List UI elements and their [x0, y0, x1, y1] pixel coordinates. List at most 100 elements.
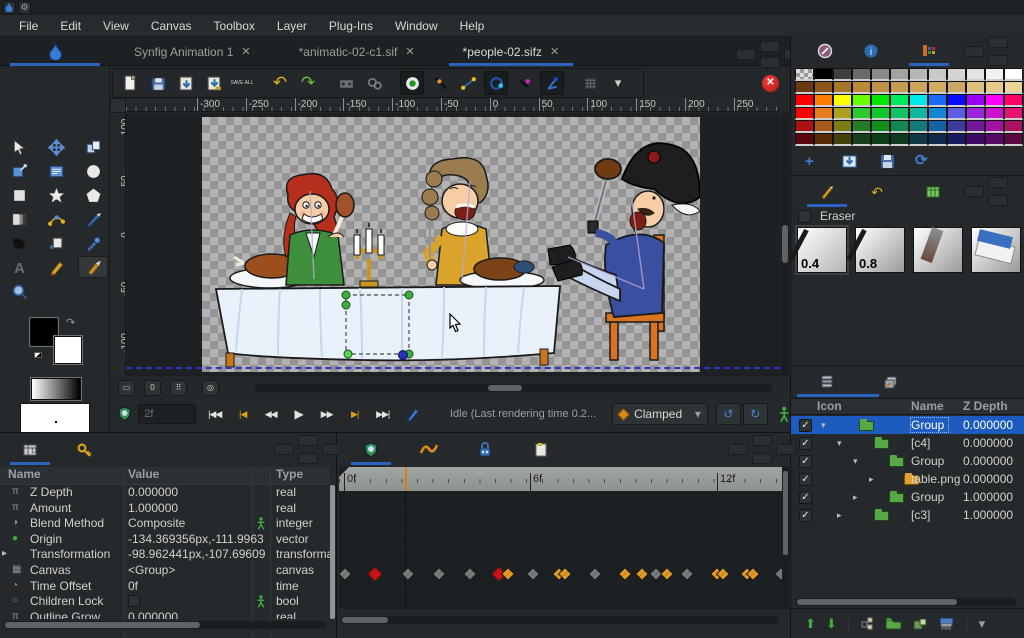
group-layer-button[interactable] [885, 617, 902, 630]
seek-prev-keyframe-button[interactable]: |◀ [230, 403, 256, 425]
redo-button[interactable]: ↷ [296, 71, 320, 95]
palette-swatch[interactable] [890, 94, 909, 107]
layer-visibility-checkbox[interactable]: ✓ [799, 419, 812, 432]
draw-tool[interactable] [78, 208, 108, 230]
animate-person-icon[interactable] [778, 406, 790, 423]
palette-swatch[interactable] [852, 133, 871, 146]
canvas-hscrollbar[interactable] [255, 384, 772, 392]
palette-swatch[interactable] [985, 68, 1004, 81]
layer-row-table-png[interactable]: ✓▸table.png0.000000 [791, 470, 1024, 488]
canvas-vscrollbar[interactable] [781, 113, 789, 376]
palette-swatch[interactable] [966, 94, 985, 107]
tab-brush-library[interactable] [911, 179, 955, 205]
palette-swatch[interactable] [890, 68, 909, 81]
animate-mode-icon[interactable] [406, 407, 420, 422]
palette-swatch[interactable] [928, 120, 947, 133]
palette-swatch[interactable] [852, 94, 871, 107]
render-button[interactable] [334, 71, 358, 95]
gradient-swatch[interactable] [31, 378, 81, 400]
lower-layer-button[interactable]: ⬇ [826, 616, 837, 632]
palette-swatch[interactable] [947, 107, 966, 120]
tab-meta-data[interactable] [519, 437, 563, 463]
gradient-tool[interactable] [4, 208, 34, 230]
keyframe-marker-orange[interactable] [501, 567, 515, 581]
params-vscrollbar[interactable] [330, 485, 335, 619]
param-value[interactable]: -134.369356px,-111.9963 [128, 532, 264, 546]
menu-help[interactable]: Help [449, 17, 496, 35]
close-icon[interactable]: ✕ [550, 45, 559, 58]
palette-swatch[interactable] [833, 133, 852, 146]
palette-swatch[interactable] [985, 133, 1004, 146]
expander-icon[interactable]: ▸ [853, 492, 858, 503]
palette-swatch[interactable] [928, 107, 947, 120]
outline-color-swatch[interactable] [54, 336, 82, 364]
time-ruler[interactable]: 0f6f12f [339, 467, 782, 491]
palette-swatch[interactable] [852, 81, 871, 94]
param-value[interactable]: 0f [128, 579, 138, 593]
keyframe-marker-orange[interactable] [660, 567, 674, 581]
brush-0.8[interactable]: 0.8 [855, 227, 905, 273]
brush-tool[interactable] [78, 256, 108, 278]
tab-timetrack[interactable] [349, 437, 393, 463]
menu-canvas[interactable]: Canvas [140, 17, 203, 35]
past-keyframe-lock-button[interactable]: ↺ [716, 403, 741, 425]
param-row-outline-grow[interactable]: πOutline Grow0.000000real [0, 610, 330, 619]
tab-palette[interactable] [907, 38, 951, 64]
palette-swatch[interactable] [909, 107, 928, 120]
palette-swatch[interactable] [852, 68, 871, 81]
seek-next-keyframe-button[interactable]: ▶| [342, 403, 368, 425]
next-frame-button[interactable]: ▶▶ [314, 403, 340, 425]
layer-visibility-checkbox[interactable]: ✓ [799, 491, 812, 504]
keyframe-marker-orange[interactable] [618, 567, 632, 581]
param-value[interactable]: Composite [128, 516, 185, 530]
palette-swatch[interactable] [814, 94, 833, 107]
children-lock-checkbox[interactable] [128, 595, 140, 607]
palette-swatch[interactable] [795, 94, 814, 107]
keyframe-marker-gray[interactable] [526, 567, 540, 581]
param-row-transformation[interactable]: ▸Transformation-98.962441px,-107.69609tr… [0, 547, 330, 563]
expander-icon[interactable]: ▾ [837, 438, 842, 449]
tab-params[interactable]: 12 [8, 437, 52, 463]
eyedrop-tool[interactable] [78, 232, 108, 254]
polygon-tool[interactable] [78, 184, 108, 206]
canvas-artwork-area[interactable] [202, 117, 700, 372]
tangent-handles-toggle[interactable] [456, 71, 480, 95]
undo-button[interactable]: ↶ [268, 71, 292, 95]
param-value[interactable]: 0.000000 [128, 485, 178, 499]
palette-swatch[interactable] [795, 107, 814, 120]
swap-colors-icon[interactable]: ↷ [66, 316, 75, 329]
timetrack-area[interactable] [339, 491, 782, 609]
spline-tool[interactable] [41, 208, 71, 230]
close-canvas-button[interactable]: ✕ [762, 75, 779, 92]
palette-swatch[interactable] [871, 68, 890, 81]
brush-eraser[interactable] [971, 227, 1021, 273]
timetrack-hscrollbar[interactable] [341, 616, 778, 624]
duplicate-layer-button[interactable] [912, 617, 928, 631]
menu-edit[interactable]: Edit [49, 17, 92, 35]
transform-tool[interactable] [4, 136, 34, 158]
smooth-move-tool[interactable] [41, 136, 71, 158]
palette-swatch[interactable] [928, 94, 947, 107]
tab-navigator[interactable] [803, 38, 847, 64]
palette-swatch[interactable] [1004, 120, 1023, 133]
tab-synfig-animation-1[interactable]: Synfig Animation 1✕ [110, 37, 275, 66]
palette-swatch[interactable] [909, 94, 928, 107]
import-palette-button[interactable] [841, 153, 858, 170]
palette-swatch[interactable] [852, 107, 871, 120]
tab-brush-history[interactable]: ↶ [855, 179, 899, 205]
keyframe-marker-gray[interactable] [680, 567, 694, 581]
zoom-tool[interactable] [4, 280, 34, 302]
layer-row--c4-[interactable]: ✓▾[c4]0.000000 [791, 434, 1024, 452]
tab-info[interactable]: i [849, 38, 893, 64]
grid-toggle[interactable] [578, 71, 602, 95]
palette-swatch[interactable] [1004, 81, 1023, 94]
palette-swatch[interactable] [966, 81, 985, 94]
dock-controls[interactable] [728, 435, 780, 465]
pencil-tool[interactable] [41, 256, 71, 278]
palette-swatch[interactable] [985, 107, 1004, 120]
prev-frame-button[interactable]: ◀◀ [258, 403, 284, 425]
palette-swatch[interactable] [814, 107, 833, 120]
past-onion-toggle[interactable]: ▭ [118, 380, 135, 396]
palette-swatch[interactable] [966, 107, 985, 120]
palette-swatch[interactable] [1004, 94, 1023, 107]
